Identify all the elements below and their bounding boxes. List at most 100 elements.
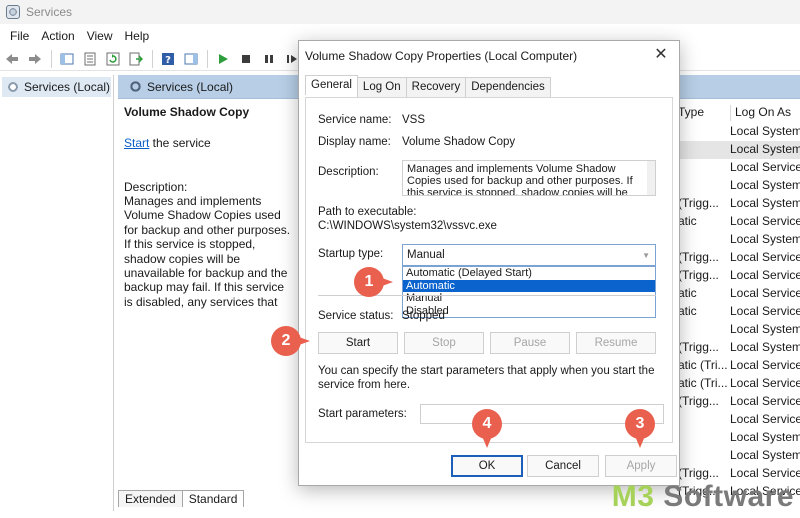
description-label: Description: [318, 166, 379, 178]
table-row[interactable]: atic (Tri... Local Service [674, 357, 800, 375]
table-row[interactable]: Local System [674, 429, 800, 447]
startup-type-select[interactable]: Manual ▼ [402, 244, 656, 266]
menu-action[interactable]: Action [35, 29, 80, 43]
table-row[interactable]: Local System [674, 177, 800, 195]
cell-startup-type: atic [678, 304, 697, 318]
cell-log-on-as: Local Service [730, 250, 800, 264]
dialog-title: Volume Shadow Copy Properties (Local Com… [305, 49, 578, 63]
resume-button[interactable]: Resume [576, 332, 656, 354]
cell-log-on-as: Local System [730, 448, 800, 462]
stop-icon[interactable] [237, 50, 255, 68]
forward-arrow-icon[interactable] [26, 50, 44, 68]
play-icon[interactable] [214, 50, 232, 68]
option-manual[interactable]: Manual [403, 292, 655, 305]
cell-log-on-as: Local Service [730, 412, 800, 426]
table-row[interactable]: atic Local Service [674, 213, 800, 231]
cell-startup-type: (Trigg... [678, 340, 719, 354]
tab-dependencies[interactable]: Dependencies [465, 77, 551, 97]
cell-log-on-as: Local Service [730, 358, 800, 372]
table-row[interactable]: atic Local Service [674, 285, 800, 303]
stop-button[interactable]: Stop [404, 332, 484, 354]
table-row[interactable]: (Trigg... Local Service [674, 249, 800, 267]
watermark-suffix: Software [654, 480, 794, 513]
tab-standard[interactable]: Standard [181, 490, 245, 507]
table-row[interactable]: Local System [674, 123, 800, 141]
export-list-icon[interactable] [127, 50, 145, 68]
start-button[interactable]: Start [318, 332, 398, 354]
start-parameters-hint: You can specify the start parameters tha… [318, 365, 655, 391]
close-icon[interactable]: ✕ [653, 47, 669, 63]
table-row[interactable]: atic Local Service [674, 303, 800, 321]
column-header-type[interactable]: Type [678, 105, 704, 119]
console-tree-icon[interactable] [58, 50, 76, 68]
pause-icon[interactable] [260, 50, 278, 68]
back-arrow-icon[interactable] [3, 50, 21, 68]
cell-startup-type: (Trigg... [678, 196, 719, 210]
callout-number: 3 [635, 415, 645, 432]
option-automatic-delayed[interactable]: Automatic (Delayed Start) [403, 267, 655, 280]
description-label: Description: [124, 180, 188, 194]
cell-log-on-as: Local Service [730, 376, 800, 390]
service-title: Volume Shadow Copy [124, 105, 250, 119]
action-pane-icon[interactable] [182, 50, 200, 68]
toolbar-separator [152, 49, 153, 68]
chevron-down-icon: ▼ [642, 251, 650, 260]
cell-log-on-as: Local System [730, 124, 800, 138]
brand-watermark: M3 Software [612, 480, 794, 514]
callout-marker-1: 1 [353, 266, 393, 298]
table-row[interactable]: (Trigg... Local System [674, 195, 800, 213]
tab-recovery[interactable]: Recovery [405, 77, 467, 97]
menu-file[interactable]: File [4, 29, 35, 43]
tree-item-services-local[interactable]: Services (Local) [2, 77, 111, 97]
refresh-icon[interactable] [104, 50, 122, 68]
table-row[interactable]: Local System [674, 321, 800, 339]
callout-number: 1 [364, 273, 374, 290]
tab-general[interactable]: General [305, 75, 358, 95]
table-row[interactable]: (Trigg... Local Service [674, 267, 800, 285]
watermark-prefix: M3 [611, 480, 655, 513]
path-label: Path to executable: [318, 206, 417, 218]
table-row[interactable]: Local System [674, 447, 800, 465]
cell-log-on-as: Local Service [730, 268, 800, 282]
console-tree: Services (Local) [0, 75, 114, 511]
menu-help[interactable]: Help [119, 29, 156, 43]
service-name-value: VSS [402, 114, 426, 126]
cell-log-on-as: Local System [730, 322, 800, 336]
services-grid: Local System Local System Local Service Loc… [674, 123, 800, 501]
callout-marker-4: 4 [471, 408, 503, 448]
properties-sheet-icon[interactable] [81, 50, 99, 68]
table-row[interactable]: Local System [674, 231, 800, 249]
table-row[interactable]: atic (Tri... Local Service [674, 375, 800, 393]
description-scrollbar[interactable] [647, 161, 655, 195]
tab-log-on[interactable]: Log On [356, 77, 407, 97]
column-header-logon-as[interactable]: Log On As [730, 105, 791, 121]
cell-log-on-as: Local System [730, 196, 800, 210]
tree-item-label: Services (Local) [24, 80, 111, 94]
callout-marker-2: 2 [270, 325, 310, 357]
callout-marker-3: 3 [624, 408, 656, 448]
table-row[interactable]: Local Service [674, 411, 800, 429]
cell-log-on-as: Local Service [730, 160, 800, 174]
start-service-link[interactable]: Start [124, 136, 149, 150]
tab-extended[interactable]: Extended [118, 490, 183, 507]
cell-log-on-as: Local System [730, 232, 800, 246]
table-row[interactable]: (Trigg... Local Service [674, 393, 800, 411]
option-automatic[interactable]: Automatic [403, 279, 655, 292]
pause-button[interactable]: Pause [490, 332, 570, 354]
service-detail: Volume Shadow Copy Start the service Des… [124, 105, 296, 310]
table-row[interactable]: Local System [674, 141, 800, 159]
services-app-icon [6, 5, 20, 19]
callout-number: 4 [482, 415, 492, 432]
ok-button[interactable]: OK [451, 455, 523, 477]
path-value: C:\WINDOWS\system32\vssvc.exe [318, 220, 497, 232]
table-row[interactable]: (Trigg... Local System [674, 339, 800, 357]
apply-button[interactable]: Apply [605, 455, 677, 477]
description-box[interactable]: Manages and implements Volume Shadow Cop… [402, 160, 656, 196]
window-title: Services [26, 5, 73, 19]
cancel-button[interactable]: Cancel [527, 455, 599, 477]
menu-view[interactable]: View [81, 29, 119, 43]
table-row[interactable]: Local Service [674, 159, 800, 177]
help-icon[interactable]: ? [159, 50, 177, 68]
callout-number: 2 [281, 332, 291, 349]
start-parameters-label: Start parameters: [318, 408, 407, 420]
